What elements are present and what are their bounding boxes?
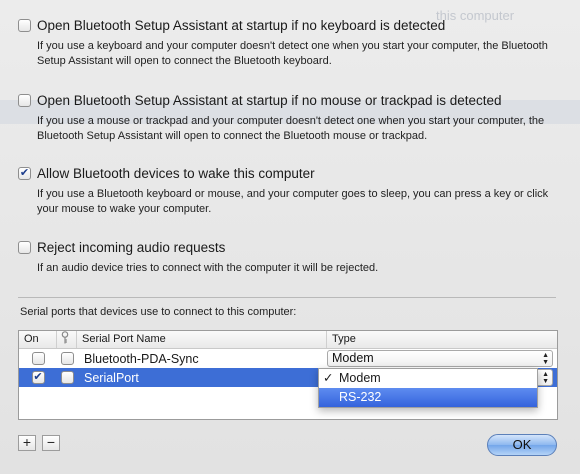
table-row[interactable]: Bluetooth-PDA-Sync Modem ▲ ▼ [19, 349, 557, 368]
bluetooth-advanced-sheet: this computer Open Bluetooth Setup Assis… [0, 0, 580, 474]
option-label[interactable]: Allow Bluetooth devices to wake this com… [37, 166, 315, 181]
option-reject-audio: Reject incoming audio requests If an aud… [18, 238, 566, 276]
column-name-header[interactable]: Serial Port Name [77, 331, 327, 348]
mouse-setup-checkbox[interactable] [18, 93, 31, 107]
option-description: If you use a keyboard and your computer … [37, 40, 548, 67]
updown-arrows-icon: ▲ ▼ [542, 352, 549, 366]
type-dropdown-menu: ✓ Modem RS-232 [318, 368, 538, 408]
column-secure-header[interactable] [57, 331, 77, 348]
keyboard-setup-checkbox[interactable] [18, 18, 31, 32]
serial-ports-caption: Serial ports that devices use to connect… [20, 306, 297, 318]
port-type-popup[interactable]: Modem ▲▼ [327, 350, 553, 367]
option-description: If an audio device tries to connect with… [37, 262, 379, 274]
port-on-checkbox[interactable] [31, 352, 45, 365]
section-divider [18, 297, 556, 298]
option-label[interactable]: Reject incoming audio requests [37, 240, 225, 255]
port-type-value: Modem [332, 351, 374, 365]
port-secure-checkbox[interactable] [60, 352, 74, 365]
checkmark-icon: ✓ [323, 371, 334, 385]
menu-item-rs232[interactable]: RS-232 [319, 388, 537, 407]
port-name: Bluetooth-PDA-Sync [84, 351, 199, 366]
key-icon [61, 331, 69, 347]
updown-arrows-icon: ▲ ▼ [542, 371, 549, 385]
port-name: SerialPort [84, 370, 139, 385]
menu-item-modem[interactable]: ✓ Modem [319, 369, 537, 388]
port-on-checkbox[interactable]: ✔ [31, 371, 45, 384]
option-description: If you use a Bluetooth keyboard or mouse… [37, 188, 549, 215]
ok-button[interactable]: OK [487, 434, 557, 456]
remove-port-button[interactable]: − [42, 435, 60, 451]
option-label[interactable]: Open Bluetooth Setup Assistant at startu… [37, 18, 445, 33]
reject-audio-checkbox[interactable] [18, 240, 31, 254]
option-wake-computer: ✔ Allow Bluetooth devices to wake this c… [18, 164, 566, 217]
column-type-header[interactable]: Type [327, 331, 557, 348]
column-on-header[interactable]: On [19, 331, 57, 348]
port-secure-checkbox[interactable] [60, 371, 74, 384]
option-label[interactable]: Open Bluetooth Setup Assistant at startu… [37, 93, 502, 108]
wake-computer-checkbox[interactable]: ✔ [18, 166, 31, 180]
table-header: On Serial Port Name Type [19, 331, 557, 349]
add-port-button[interactable]: + [18, 435, 36, 451]
option-mouse-setup: Open Bluetooth Setup Assistant at startu… [18, 91, 566, 144]
option-keyboard-setup: Open Bluetooth Setup Assistant at startu… [18, 16, 566, 69]
option-description: If you use a mouse or trackpad and your … [37, 115, 545, 142]
